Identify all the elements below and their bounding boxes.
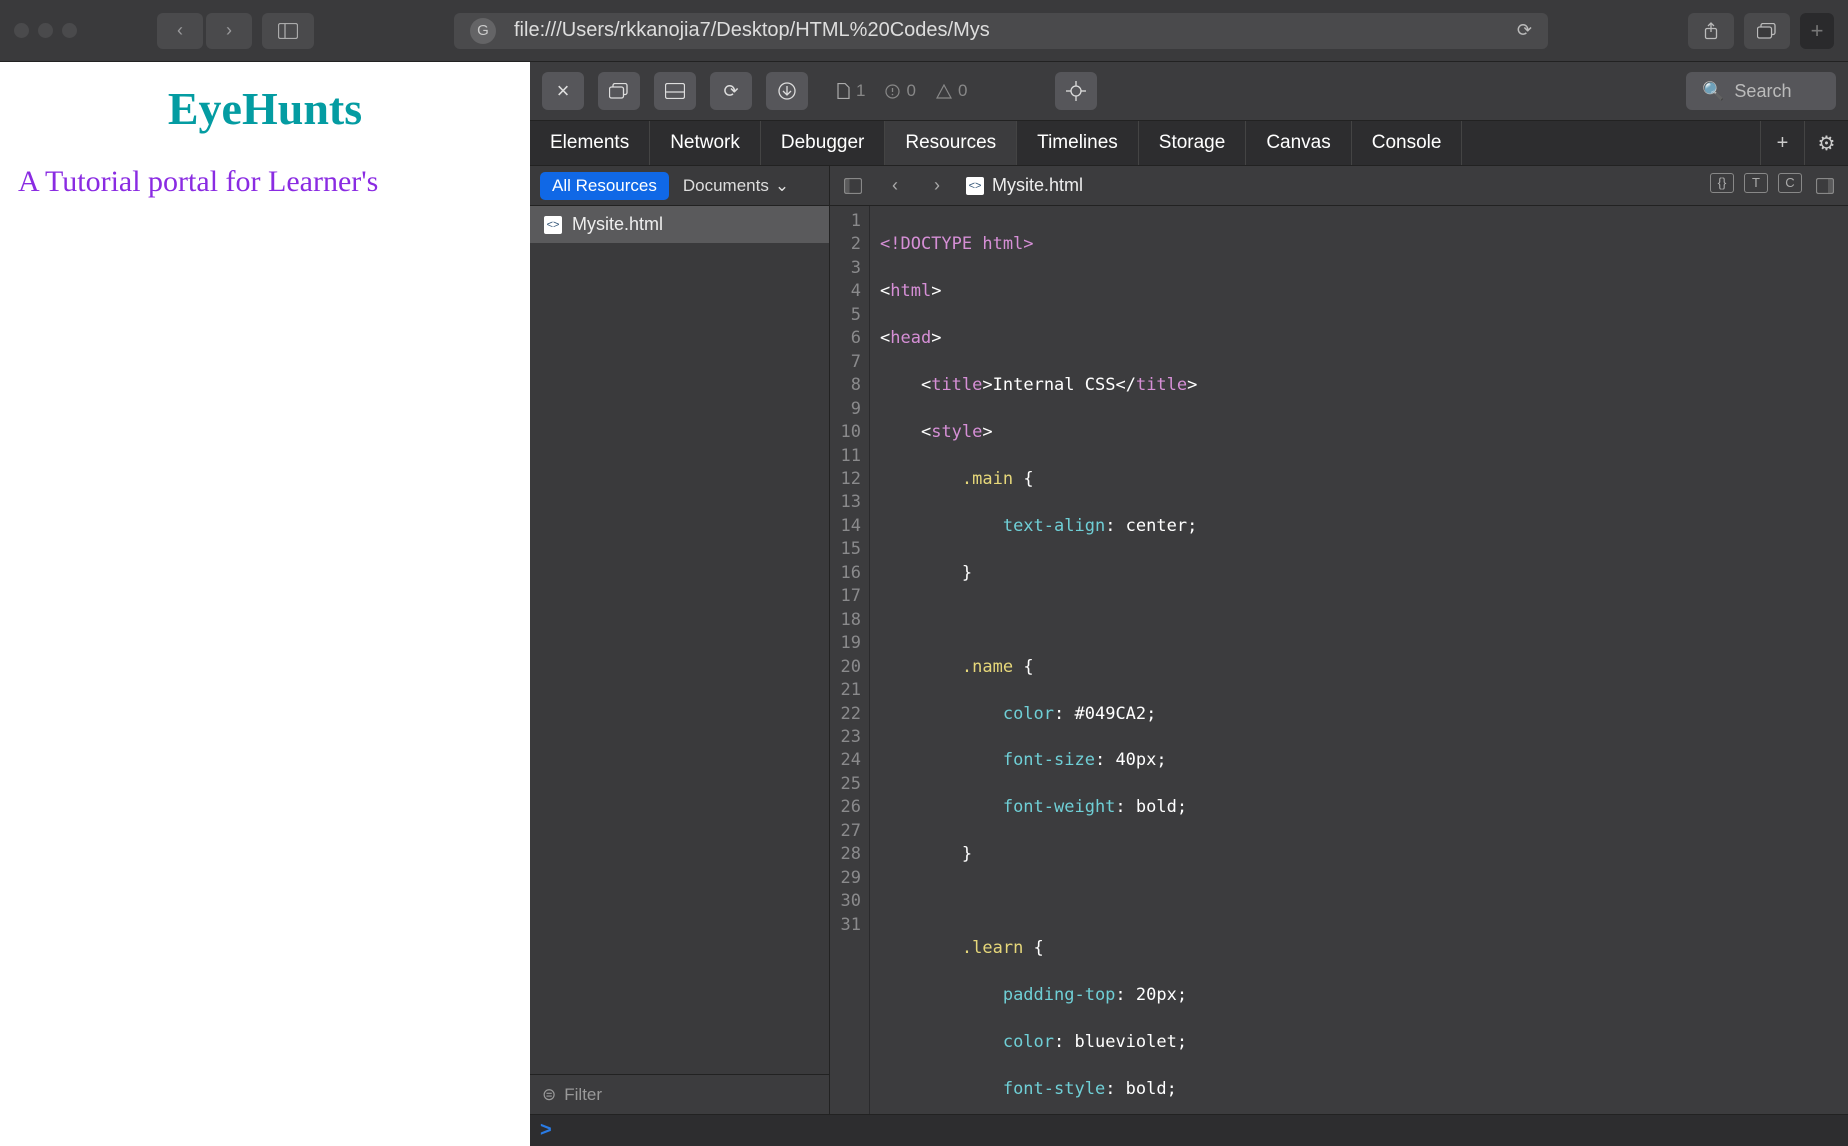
share-button[interactable] (1688, 13, 1734, 49)
console-prompt[interactable]: > (530, 1114, 1848, 1146)
download-button[interactable] (766, 72, 808, 110)
html-file-icon: <> (966, 177, 984, 195)
nav-back-button[interactable]: ‹ (157, 13, 203, 49)
devtools-search-input[interactable]: 🔍 Search (1686, 72, 1836, 110)
devtools-panel: × ⟳ 1 0 0 🔍 Search (530, 62, 1848, 1146)
status-counts: 1 0 0 (822, 81, 981, 101)
address-bar[interactable]: G file:///Users/rkkanojia7/Desktop/HTML%… (454, 13, 1548, 49)
devtools-tabbar: Elements Network Debugger Resources Time… (530, 120, 1848, 166)
chevron-updown-icon: ⌄ (775, 176, 789, 196)
tab-elements[interactable]: Elements (530, 121, 650, 165)
html-file-icon: <> (544, 216, 562, 234)
browser-toolbar: ‹ › G file:///Users/rkkanojia7/Desktop/H… (0, 0, 1848, 62)
dock-side-button[interactable] (598, 72, 640, 110)
devtools-toolbar: × ⟳ 1 0 0 🔍 Search (530, 62, 1848, 120)
reload-icon[interactable]: ⟳ (1517, 20, 1532, 41)
add-tab-button[interactable]: + (1760, 121, 1804, 165)
nav-forward-icon[interactable]: › (924, 173, 950, 199)
tab-storage[interactable]: Storage (1139, 121, 1247, 165)
editor-filename: <> Mysite.html (966, 175, 1083, 196)
warning-count: 0 (936, 81, 967, 101)
page-viewport: EyeHunts A Tutorial portal for Learner's (0, 62, 530, 1146)
nav-back-icon[interactable]: ‹ (882, 173, 908, 199)
code-content: <!DOCTYPE html> <html> <head> <title>Int… (870, 206, 1848, 1114)
all-resources-pill[interactable]: All Resources (540, 172, 669, 200)
tab-canvas[interactable]: Canvas (1246, 121, 1351, 165)
toggle-right-sidebar-icon[interactable] (1812, 173, 1838, 199)
toggle-sidebar-icon[interactable] (840, 173, 866, 199)
settings-icon[interactable]: ⚙ (1804, 121, 1848, 165)
tabs-button[interactable] (1744, 13, 1790, 49)
close-dot[interactable] (14, 23, 29, 38)
tab-console[interactable]: Console (1352, 121, 1463, 165)
zoom-dot[interactable] (62, 23, 77, 38)
traffic-lights (14, 23, 77, 38)
coverage-icon[interactable]: C (1778, 173, 1802, 193)
filter-input[interactable]: ⊜ Filter (530, 1074, 829, 1114)
page-subheading: A Tutorial portal for Learner's (18, 135, 512, 199)
line-gutter: 1234567891011121314151617181920212223242… (830, 206, 870, 1114)
documents-dropdown[interactable]: Documents ⌄ (683, 176, 789, 196)
source-code[interactable]: 1234567891011121314151617181920212223242… (830, 206, 1848, 1114)
tab-resources[interactable]: Resources (885, 121, 1017, 165)
sidebar-toggle-button[interactable] (262, 13, 314, 49)
site-info-icon[interactable]: G (470, 18, 496, 44)
tab-timelines[interactable]: Timelines (1017, 121, 1139, 165)
nav-forward-button[interactable]: › (206, 13, 252, 49)
page-heading: EyeHunts (18, 82, 512, 135)
url-text: file:///Users/rkkanojia7/Desktop/HTML%20… (514, 19, 990, 42)
braces-icon[interactable]: {} (1710, 173, 1734, 193)
dock-bottom-button[interactable] (654, 72, 696, 110)
source-panel: ‹ › <> Mysite.html {} T C (830, 166, 1848, 1114)
filter-icon: ⊜ (542, 1085, 556, 1105)
type-icon[interactable]: T (1744, 173, 1768, 193)
tab-debugger[interactable]: Debugger (761, 121, 885, 165)
new-tab-button[interactable]: + (1800, 13, 1834, 49)
minimize-dot[interactable] (38, 23, 53, 38)
devtools-close-button[interactable]: × (542, 72, 584, 110)
search-icon: 🔍 (1702, 81, 1724, 102)
error-count: 0 (885, 81, 915, 101)
resources-sidebar: All Resources Documents ⌄ <> Mysite.html… (530, 166, 830, 1114)
target-button[interactable] (1055, 72, 1097, 110)
tab-network[interactable]: Network (650, 121, 761, 165)
doc-count: 1 (836, 81, 865, 101)
reload-button[interactable]: ⟳ (710, 72, 752, 110)
resource-file-label: Mysite.html (572, 214, 663, 235)
resource-file-item[interactable]: <> Mysite.html (530, 206, 829, 243)
